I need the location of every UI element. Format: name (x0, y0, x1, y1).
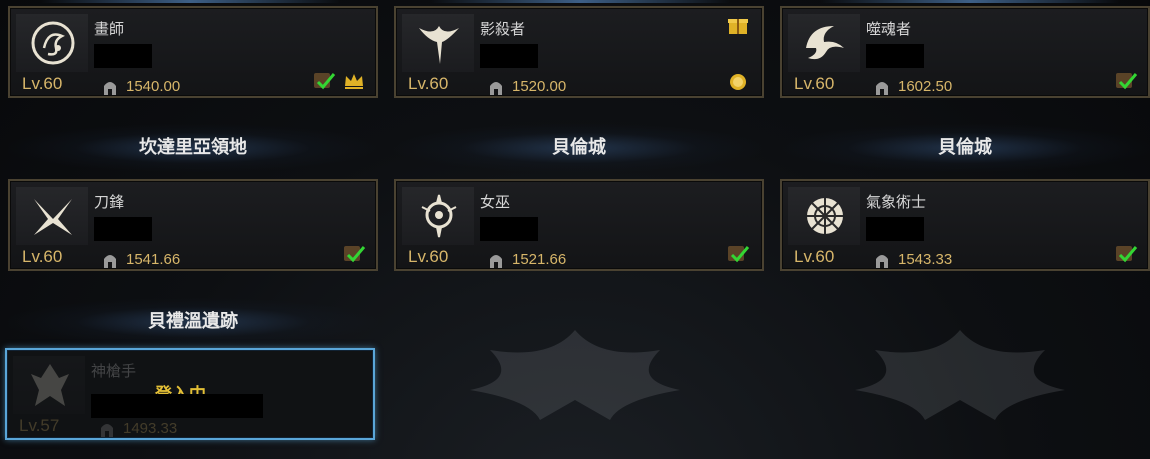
coin-icon (730, 74, 746, 90)
roster-check-icon (1116, 73, 1138, 90)
level-label: Lv.60 (22, 247, 63, 266)
class-name: 女巫 (480, 193, 511, 211)
item-level: 1493.33 (123, 420, 178, 437)
background-emblem (855, 330, 1065, 420)
top-divider (820, 0, 1120, 3)
roster-check-icon (1116, 246, 1138, 263)
helmet-icon (876, 255, 888, 268)
redacted-name (866, 217, 924, 241)
level-label: Lv.60 (794, 247, 835, 266)
class-name: 氣象術士 (866, 193, 927, 211)
class-name: 刀鋒 (94, 193, 125, 211)
helmet-icon (490, 82, 502, 95)
deathblade-class-icon (16, 187, 88, 245)
item-level: 1541.66 (126, 251, 181, 268)
character-card[interactable]: Lv.60 畫師 1540.00 (8, 6, 378, 98)
helmet-icon (104, 255, 116, 268)
redacted-name (866, 44, 924, 68)
background-emblem (470, 330, 680, 420)
item-level: 1602.50 (898, 78, 953, 95)
character-card[interactable]: Lv.60 影殺者 1520.00 (394, 6, 764, 98)
region-label: 坎達里亞領地 (8, 124, 378, 172)
region-label: 貝倫城 (394, 124, 764, 172)
character-card[interactable]: Lv.60 刀鋒 1541.66 (8, 179, 378, 271)
level-label: Lv.60 (408, 247, 449, 266)
shadowhunter-class-icon (402, 14, 474, 72)
class-name: 畫師 (94, 20, 125, 38)
redacted-name (94, 44, 152, 68)
helmet-icon (104, 82, 116, 95)
character-card[interactable]: Lv.60 氣象術士 1543.33 (780, 179, 1150, 271)
region-label: 貝倫城 (780, 124, 1150, 172)
painter-class-icon (16, 14, 88, 72)
sharpshooter-class-icon (13, 356, 85, 414)
aeromancer-class-icon (788, 187, 860, 245)
class-name: 噬魂者 (866, 20, 912, 38)
character-card[interactable]: Lv.60 女巫 1521.66 (394, 179, 764, 271)
level-label: Lv.60 (22, 74, 63, 93)
level-label: Lv.57 (19, 416, 60, 435)
gift-icon (728, 19, 748, 34)
item-level: 1520.00 (512, 78, 567, 95)
redacted-name (480, 217, 538, 241)
crown-icon (345, 74, 363, 89)
region-label: 貝禮溫遺跡 (8, 298, 378, 346)
helmet-icon (876, 82, 888, 95)
roster-check-icon (344, 246, 366, 263)
top-divider (40, 0, 340, 3)
souleater-class-icon (788, 14, 860, 72)
level-label: Lv.60 (408, 74, 449, 93)
redacted-name (94, 217, 152, 241)
item-level: 1543.33 (898, 251, 953, 268)
redacted-name (480, 44, 538, 68)
item-level: 1540.00 (126, 78, 181, 95)
roster-check-icon (314, 73, 336, 90)
class-name: 影殺者 (480, 20, 526, 38)
helmet-icon (490, 255, 502, 268)
top-divider (430, 0, 730, 3)
item-level: 1521.66 (512, 251, 567, 268)
level-label: Lv.60 (794, 74, 835, 93)
character-card[interactable]: Lv.60 噬魂者 1602.50 (780, 6, 1150, 98)
redacted-name (91, 394, 263, 418)
sorceress-class-icon (402, 187, 474, 245)
roster-check-icon (728, 246, 750, 263)
helmet-icon (101, 424, 113, 437)
character-card-selected[interactable]: Lv.57 神槍手 1493.33 登入中 (5, 348, 375, 440)
class-name: 神槍手 (91, 362, 137, 380)
